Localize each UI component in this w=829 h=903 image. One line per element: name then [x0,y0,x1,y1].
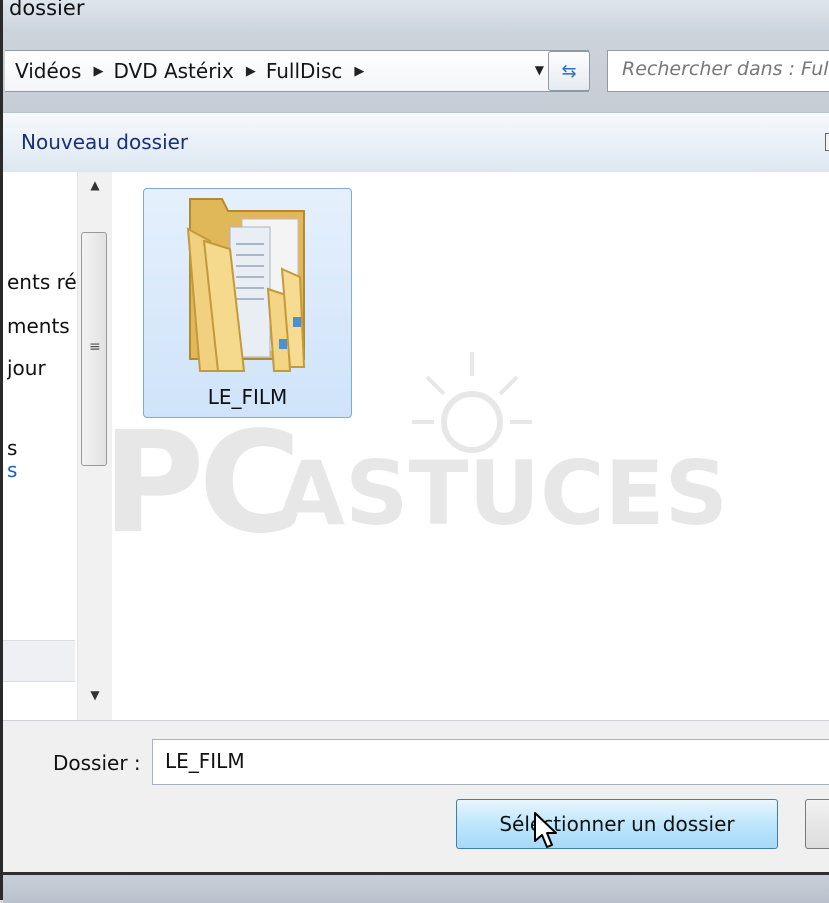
folder-field-label: Dossier : [53,751,141,775]
folder-name-field[interactable]: LE_FILM [152,739,829,785]
select-folder-button[interactable]: Sélectionner un dossier [456,799,778,849]
nav-footer-item[interactable] [3,640,75,682]
view-options-icon[interactable] [825,133,829,151]
search-input[interactable]: Rechercher dans : FullDisc [607,50,829,92]
chevron-right-icon[interactable]: ▶ [246,64,256,79]
address-row: Vidéos ▶ DVD Astérix ▶ FullDisc ▶ ▼ ⇆ Re… [3,42,829,100]
title-bar: dossier [3,0,829,34]
nav-scrollbar[interactable]: ▲ ≡ ▼ [77,172,112,720]
chevron-right-icon[interactable]: ▶ [93,64,103,79]
bottom-panel: Dossier : LE_FILM Sélectionner un dossie… [3,720,829,873]
folder-icon [186,198,306,372]
watermark-text: ASTUCES [277,442,729,545]
nav-item[interactable]: jour [7,356,77,380]
cancel-button[interactable] [805,799,829,849]
scroll-thumb[interactable]: ≡ [81,232,107,466]
breadcrumb-item[interactable]: FullDisc [266,59,343,83]
watermark-text: PC [112,402,301,565]
file-list[interactable]: PC ASTUCES LE_FILM [112,172,829,720]
navigation-pane: ents ré ments jour s s ▲ ≡ ▼ [3,172,112,720]
toolbar: Nouveau dossier [3,112,829,174]
breadcrumb[interactable]: Vidéos ▶ DVD Astérix ▶ FullDisc ▶ ▼ [5,50,589,92]
mouse-cursor-icon [534,812,557,848]
window-title: dossier [9,0,85,20]
scroll-up-icon[interactable]: ▲ [78,178,112,202]
window-footer [3,872,829,903]
chevron-right-icon[interactable]: ▶ [354,64,364,79]
breadcrumb-item[interactable]: DVD Astérix [113,59,233,83]
chevron-down-icon[interactable]: ▼ [535,63,544,77]
dialog-window: dossier Vidéos ▶ DVD Astérix ▶ FullDisc … [0,0,829,903]
nav-item[interactable]: ments [7,314,77,338]
scroll-down-icon[interactable]: ▼ [78,688,112,712]
refresh-button[interactable]: ⇆ [548,51,590,91]
bulb-icon [412,352,532,453]
nav-item[interactable]: s [7,436,77,460]
folder-item[interactable]: LE_FILM [143,188,352,418]
breadcrumb-item[interactable]: Vidéos [15,59,81,83]
nav-item[interactable]: ents ré [7,270,77,294]
new-folder-button[interactable]: Nouveau dossier [21,130,188,154]
grip-icon: ≡ [89,339,101,355]
folder-name: LE_FILM [207,385,288,409]
refresh-icon: ⇆ [561,60,577,82]
nav-item[interactable]: s [7,458,77,482]
